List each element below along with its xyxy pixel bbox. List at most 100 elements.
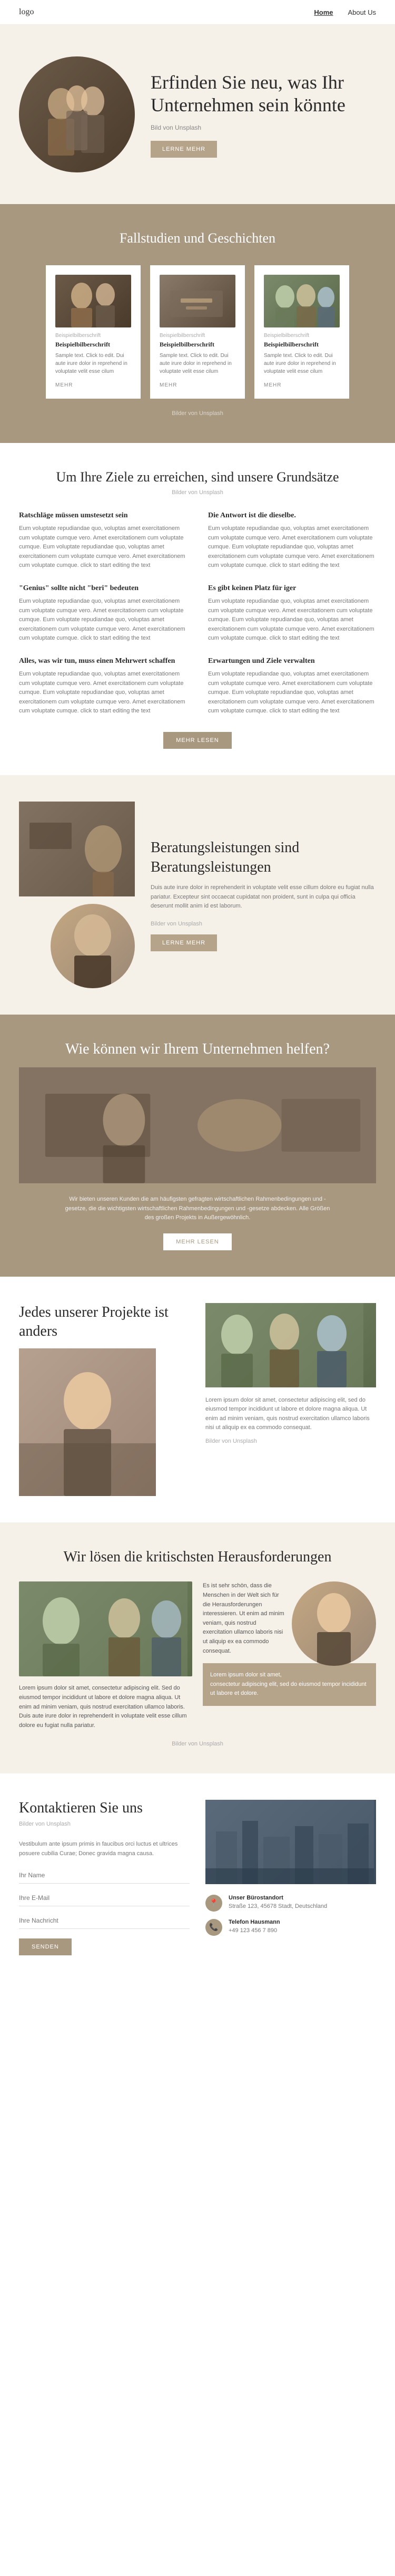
principle-5-text: Eum voluptate repudiandae quo, voluptas … — [19, 670, 187, 716]
kontakt-address-label: Unser Bürostandort — [229, 1895, 327, 1901]
hero-section: Erfinden Sie neu, was Ihr Unternehmen se… — [0, 25, 395, 204]
hero-title: Erfinden Sie neu, was Ihr Unternehmen se… — [151, 71, 376, 117]
card-image-3 — [264, 275, 340, 327]
beratung-title: Beratungsleistungen sind Beratungsleistu… — [151, 838, 376, 877]
helfen-text: Wir bieten unseren Kunden die am häufigs… — [61, 1195, 334, 1223]
hero-cta-button[interactable]: LERNE MEHR — [151, 141, 217, 158]
kontakt-address-item: 📍 Unser Bürostandort Straße 123, 45678 S… — [205, 1895, 376, 1912]
beratung-image-large — [19, 802, 135, 896]
kontakt-section: Kontaktieren Sie uns Bilder von Unsplash… — [0, 1773, 395, 1981]
mehr-lesen-button[interactable]: MEHR LESEN — [163, 732, 232, 749]
projekte-left: Jedes unserer Projekte ist anders — [19, 1303, 190, 1497]
hero-subtitle: Bild von Unsplash — [151, 124, 376, 131]
hero-image-inner — [19, 56, 135, 172]
projekte-right-illustration — [205, 1303, 363, 1387]
grundsatze-title: Um Ihre Ziele zu erreichen, sind unsere … — [19, 469, 376, 485]
herausforderungen-left-text: Lorem ipsum dolor sit amet, consectetur … — [19, 1684, 192, 1730]
card-1-more[interactable]: MEHR — [55, 382, 73, 388]
card-2-more[interactable]: MEHR — [160, 382, 177, 388]
card-1-label: Beispielbilberschrift — [55, 333, 131, 339]
projekte-image-right — [205, 1303, 376, 1387]
hero-content: Erfinden Sie neu, was Ihr Unternehmen se… — [151, 71, 376, 158]
office-illustration — [19, 802, 135, 896]
kontakt-form-area: Kontaktieren Sie uns Bilder von Unsplash… — [19, 1800, 190, 1955]
beratung-images — [19, 802, 135, 988]
principle-1-text: Eum voluptate repudiandae quo, voluptas … — [19, 524, 187, 571]
beratung-cta-button[interactable]: LERNE MEHR — [151, 934, 217, 951]
city-illustration — [205, 1800, 374, 1884]
kontakt-address-content: Unser Bürostandort Straße 123, 45678 Sta… — [229, 1895, 327, 1911]
kontakt-title: Kontaktieren Sie uns — [19, 1800, 190, 1817]
fallstudien-cards: Beispielbilberschrift Beispielbilberschr… — [19, 265, 376, 399]
logo[interactable]: logo — [19, 7, 34, 17]
projekte-text: Lorem ipsum dolor sit amet, consectetur … — [205, 1396, 376, 1433]
kontakt-image — [205, 1800, 376, 1884]
kontakt-address-text: Straße 123, 45678 Stadt, Deutschland — [229, 1902, 327, 1911]
heraus-illustration — [19, 1581, 187, 1676]
card-3-more[interactable]: MEHR — [264, 382, 281, 388]
man-illustration — [51, 904, 135, 988]
kontakt-phone-item: 📞 Telefon Hausmann +49 123 456 7 890 — [205, 1919, 376, 1936]
principle-1-title: Ratschläge müssen umstesetzt sein — [19, 512, 187, 520]
card-3-illustration — [264, 275, 338, 327]
herausforderungen-highlight-text: Lorem ipsum dolor sit amet, consectetur … — [210, 1671, 369, 1699]
card-2-illustration — [160, 275, 233, 327]
kontakt-info-area: 📍 Unser Bürostandort Straße 123, 45678 S… — [205, 1800, 376, 1955]
principle-2-text: Eum voluptate repudiandae quo, voluptas … — [208, 524, 376, 571]
herausforderungen-grid: Lorem ipsum dolor sit amet, consectetur … — [19, 1581, 376, 1730]
principle-2: Die Antwort ist die dieselbe. Eum volupt… — [208, 512, 376, 571]
helfen-image — [19, 1067, 376, 1183]
card-image-2 — [160, 275, 235, 327]
herausforderungen-image-right — [292, 1581, 376, 1666]
principle-5-title: Alles, was wir tun, muss einen Mehrwert … — [19, 657, 187, 665]
hero-people-illustration — [19, 56, 135, 172]
kontakt-message-input[interactable] — [19, 1913, 190, 1929]
fallstudien-card-2: Beispielbilberschrift Beispielbilberschr… — [150, 265, 245, 399]
nav-about[interactable]: About Us — [348, 8, 376, 16]
nav-home[interactable]: Home — [314, 8, 333, 16]
beratung-section: Beratungsleistungen sind Beratungsleistu… — [0, 775, 395, 1015]
beratung-text: Duis aute irure dolor in reprehenderit i… — [151, 883, 376, 911]
projekte-section: Jedes unserer Projekte ist anders Lorem … — [0, 1277, 395, 1523]
beratung-content: Beratungsleistungen sind Beratungsleistu… — [151, 838, 376, 951]
heraus-right-illustration — [292, 1581, 376, 1666]
fallstudien-card-1: Beispielbilberschrift Beispielbilberschr… — [46, 265, 141, 399]
helfen-section: Wie können wir Ihrem Unternehmen helfen?… — [0, 1015, 395, 1277]
principle-5: Alles, was wir tun, muss einen Mehrwert … — [19, 657, 187, 716]
card-2-title: Beispielbilberschrift — [160, 341, 235, 349]
herausforderungen-image-left — [19, 1581, 192, 1676]
grundsatze-credit: Bilder von Unsplash — [19, 489, 376, 496]
card-3-text: Sample text. Click to edit. Dui aute iru… — [264, 352, 340, 375]
projekte-title: Jedes unserer Projekte ist anders — [19, 1303, 190, 1342]
helfen-btn[interactable]: MEHR LESEN — [163, 1233, 232, 1250]
location-icon: 📍 — [205, 1895, 222, 1912]
grundsatze-section: Um Ihre Ziele zu erreichen, sind unsere … — [0, 443, 395, 775]
helfen-illustration — [19, 1067, 376, 1183]
kontakt-send-button[interactable]: SENDEN — [19, 1938, 72, 1955]
kontakt-info-list: 📍 Unser Bürostandort Straße 123, 45678 S… — [205, 1895, 376, 1936]
herausforderungen-left: Lorem ipsum dolor sit amet, consectetur … — [19, 1581, 192, 1730]
principles-grid: Ratschläge müssen umstesetzt sein Eum vo… — [19, 512, 376, 716]
kontakt-name-input[interactable] — [19, 1867, 190, 1884]
kontakt-phone-content: Telefon Hausmann +49 123 456 7 890 — [229, 1919, 280, 1935]
kontakt-email-input[interactable] — [19, 1890, 190, 1906]
fallstudien-card-3: Beispielbilberschrift Beispielbilberschr… — [254, 265, 349, 399]
card-2-text: Sample text. Click to edit. Dui aute iru… — [160, 352, 235, 375]
fallstudien-credit: Bilder von Unsplash — [19, 410, 376, 417]
projekte-image — [19, 1348, 156, 1496]
card-image-1 — [55, 275, 131, 327]
projekte-illustration — [19, 1348, 156, 1496]
principle-4-text: Eum voluptate repudiandae quo, voluptas … — [208, 597, 376, 643]
herausforderungen-section: Wir lösen die kritischsten Herausforderu… — [0, 1522, 395, 1773]
card-1-title: Beispielbilberschrift — [55, 341, 131, 349]
kontakt-inner: Kontaktieren Sie uns Bilder von Unsplash… — [19, 1800, 376, 1955]
herausforderungen-title: Wir lösen die kritischsten Herausforderu… — [19, 1549, 376, 1566]
beratung-credit: Bilder von Unsplash — [151, 921, 376, 927]
kontakt-credit: Bilder von Unsplash — [19, 1821, 190, 1827]
fallstudien-section: Fallstudien und Geschichten Beispielbilb… — [0, 204, 395, 443]
card-2-label: Beispielbilberschrift — [160, 333, 235, 339]
card-3-label: Beispielbilberschrift — [264, 333, 340, 339]
principle-6: Erwartungen und Ziele verwalten Eum volu… — [208, 657, 376, 716]
kontakt-phone-label: Telefon Hausmann — [229, 1919, 280, 1925]
card-1-text: Sample text. Click to edit. Dui aute iru… — [55, 352, 131, 375]
